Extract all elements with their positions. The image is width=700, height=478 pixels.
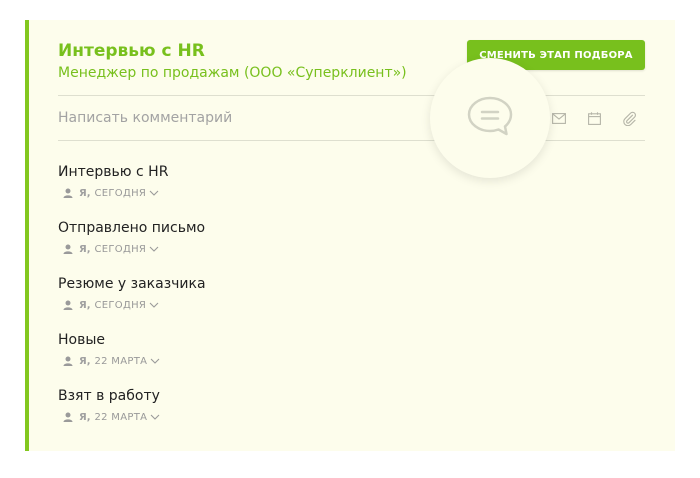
chevron-down-icon[interactable] xyxy=(150,414,160,420)
history-item-author: Я, xyxy=(79,355,91,367)
history-item-meta: Я, 22 МАРТА xyxy=(58,410,160,424)
comment-divider xyxy=(58,140,645,141)
history-item-author: Я, xyxy=(79,299,91,311)
chevron-down-icon[interactable] xyxy=(149,190,159,196)
vacancy-subtitle[interactable]: Менеджер по продажам (ООО «Суперклиент») xyxy=(58,65,407,81)
history-item-title: Отправлено письмо xyxy=(58,220,206,236)
history-item: Новые Я, 22 МАРТА xyxy=(58,331,160,368)
history-item-meta: Я, СЕГОДНЯ xyxy=(58,186,168,200)
history-item: Взят в работу Я, 22 МАРТА xyxy=(58,387,160,424)
history-item-author: Я, xyxy=(79,243,91,255)
history-item-date: СЕГОДНЯ xyxy=(94,243,147,255)
history-item-title: Интервью с HR xyxy=(58,164,169,180)
chat-bubble-icon xyxy=(465,95,515,141)
chevron-down-icon[interactable] xyxy=(149,246,159,252)
history-item-author: Я, xyxy=(79,187,91,199)
history-item-date: СЕГОДНЯ xyxy=(94,299,147,311)
chevron-down-icon[interactable] xyxy=(150,358,160,364)
header-divider xyxy=(58,95,645,96)
user-icon xyxy=(63,412,73,422)
history-item-title: Новые xyxy=(58,332,106,348)
history-item: Отправлено письмо Я, СЕГОДНЯ xyxy=(58,219,205,256)
history-item-meta: Я, СЕГОДНЯ xyxy=(58,242,205,256)
stage-title: Интервью с HR xyxy=(58,41,205,61)
calendar-icon[interactable] xyxy=(586,110,602,126)
user-icon xyxy=(63,188,73,198)
history-item-date: 22 МАРТА xyxy=(94,355,148,367)
candidate-activity-card: Интервью с HR Менеджер по продажам (ООО … xyxy=(25,20,675,451)
history-item-date: 22 МАРТА xyxy=(94,411,148,423)
history-item-meta: Я, СЕГОДНЯ xyxy=(58,298,206,312)
user-icon xyxy=(63,300,73,310)
history-item: Интервью с HR Я, СЕГОДНЯ xyxy=(58,163,168,200)
history-item-title: Взят в работу xyxy=(58,388,160,404)
comment-bubble-button[interactable] xyxy=(430,58,550,178)
history-item: Резюме у заказчика Я, СЕГОДНЯ xyxy=(58,275,206,312)
history-item-title: Резюме у заказчика xyxy=(58,276,206,292)
mail-icon[interactable] xyxy=(551,110,567,126)
paperclip-icon[interactable] xyxy=(621,110,637,126)
chevron-down-icon[interactable] xyxy=(149,302,159,308)
history-item-date: СЕГОДНЯ xyxy=(94,187,147,199)
history-item-author: Я, xyxy=(79,411,91,423)
user-icon xyxy=(63,244,73,254)
history-item-meta: Я, 22 МАРТА xyxy=(58,354,160,368)
comment-input[interactable] xyxy=(58,107,438,129)
user-icon xyxy=(63,356,73,366)
